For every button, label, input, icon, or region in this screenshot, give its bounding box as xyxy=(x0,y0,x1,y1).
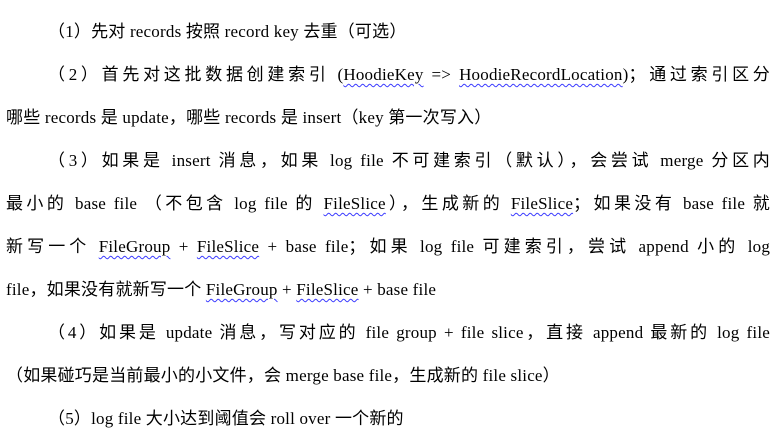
paragraph-line-10: （5）log file 大小达到阈值会 roll over 一个新的 xyxy=(48,409,404,428)
document-page: （1）先对 records 按照 record key 去重（可选） （2）首先… xyxy=(0,0,777,436)
paragraph-line-2: （2）首先对这批数据创建索引 (HoodieKey => HoodieRecor… xyxy=(48,65,770,84)
paragraph-line-1: （1）先对 records 按照 record key 去重（可选） xyxy=(48,22,407,41)
paragraph-line-8: （4）如果是 update 消息，写对应的 file group + file … xyxy=(48,323,770,342)
paragraph-line-5: 最小的 base file （不包含 log file 的 FileSlice）… xyxy=(6,194,770,213)
spellcheck-term: FileSlice xyxy=(296,280,359,299)
spellcheck-term: HoodieKey xyxy=(343,65,424,84)
spellcheck-term: FileSlice xyxy=(510,194,574,213)
paragraph-line-7: file，如果没有就新写一个 FileGroup + FileSlice + b… xyxy=(6,280,437,299)
paragraph-line-6: 新写一个 FileGroup + FileSlice + base file；如… xyxy=(6,237,771,256)
spellcheck-term: FileGroup xyxy=(205,280,278,299)
spellcheck-term: FileSlice xyxy=(196,237,260,256)
spellcheck-term: HoodieRecordLocation xyxy=(459,65,623,84)
paragraph-line-9: （如果碰巧是当前最小的小文件，会 merge base file，生成新的 fi… xyxy=(6,366,560,385)
paragraph-line-3: 哪些 records 是 update，哪些 records 是 insert（… xyxy=(6,108,492,127)
paragraph-line-4: （3）如果是 insert 消息，如果 log file 不可建索引（默认），会… xyxy=(48,151,770,170)
spellcheck-term: FileSlice xyxy=(323,194,386,213)
spellcheck-term: FileGroup xyxy=(98,237,171,256)
